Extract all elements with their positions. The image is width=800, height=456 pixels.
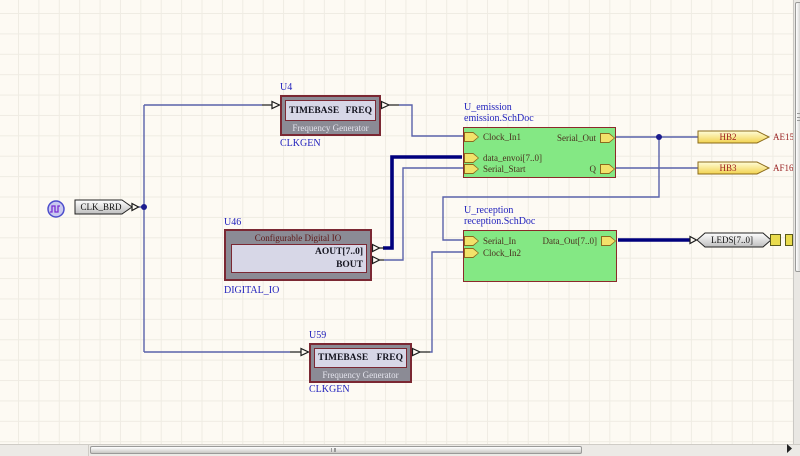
sheet-entry-clock-in2[interactable]	[464, 248, 479, 258]
scrollbar-grip-icon	[797, 113, 800, 121]
u59-designator[interactable]: U59	[309, 331, 326, 341]
u4-subtitle: Frequency Generator	[282, 123, 379, 133]
reception-designator[interactable]: U_reception	[464, 206, 513, 216]
partial-pad	[785, 234, 793, 246]
entry-label-serial-start: Serial_Start	[483, 164, 526, 174]
u46-pin-aout: AOUT[7..0]	[315, 247, 363, 257]
emission-sheet-symbol[interactable]: Clock_In1 data_envoi[7..0] Serial_Start …	[463, 127, 616, 178]
u59-subtitle: Frequency Generator	[311, 370, 410, 380]
port-clk-brd-label[interactable]: CLK_BRD	[76, 200, 126, 214]
u4-comment[interactable]: CLKGEN	[280, 139, 321, 149]
port-hb3-net-label[interactable]: AF16	[773, 162, 794, 174]
u59-pin-freq: FREQ	[377, 353, 403, 363]
port-leds-label[interactable]: LEDS[7..0]	[700, 233, 764, 247]
entry-label-clock-in1: Clock_In1	[483, 132, 521, 142]
u46-comment[interactable]: DIGITAL_IO	[224, 286, 279, 296]
u59-pin-timebase: TIMEBASE	[318, 353, 368, 363]
u59-block[interactable]: TIMEBASE FREQ Frequency Generator	[309, 343, 412, 383]
pin-arrow-icon	[413, 349, 421, 356]
entry-label-data-out: Data_Out[7..0]	[543, 236, 597, 246]
u4-designator[interactable]: U4	[280, 83, 292, 93]
port-hb2-net-label[interactable]: AE15	[773, 131, 794, 143]
u46-block[interactable]: Configurable Digital IO AOUT[7..0] BOUT	[224, 229, 372, 281]
u46-designator[interactable]: U46	[224, 218, 241, 228]
u46-pin-bout: BOUT	[336, 260, 363, 270]
wire-u4-to-clockin1[interactable]	[399, 105, 463, 136]
pin-arrow-icon	[690, 237, 697, 244]
sheet-entry-serial-in[interactable]	[464, 236, 479, 246]
pin-arrow-icon	[373, 257, 380, 264]
vertical-scrollbar[interactable]	[793, 0, 800, 444]
u59-comment[interactable]: CLKGEN	[309, 385, 350, 395]
u46-header: Configurable Digital IO	[226, 233, 370, 243]
entry-label-q: Q	[590, 164, 597, 174]
entry-label-serial-in: Serial_In	[483, 236, 516, 246]
wire-bout-serialstart[interactable]	[384, 168, 463, 260]
scrollbar-grip-icon	[331, 448, 336, 452]
sheet-entry-data-out[interactable]	[601, 236, 616, 246]
horizontal-scrollbar-thumb[interactable]	[90, 446, 582, 454]
entry-label-serial-out: Serial_Out	[557, 133, 596, 143]
entry-label-clock-in2: Clock_In2	[483, 248, 521, 258]
port-hb2-label[interactable]: HB2	[698, 130, 758, 144]
sheet-entry-clock-in1[interactable]	[464, 132, 479, 142]
entry-label-data-envoi: data_envoi[7..0]	[483, 153, 542, 163]
bus-aout-dataenvoi[interactable]	[383, 157, 462, 248]
sheet-entry-serial-start[interactable]	[464, 164, 479, 174]
sheet-entry-q[interactable]	[600, 164, 615, 174]
u4-block[interactable]: TIMEBASE FREQ Frequency Generator	[280, 95, 381, 136]
emission-filename[interactable]: emission.SchDoc	[464, 114, 534, 124]
pin-arrow-icon	[132, 204, 139, 211]
wire-u59-to-clockin2[interactable]	[430, 252, 463, 352]
pin-arrow-icon	[373, 245, 380, 252]
scrollbar-divider	[88, 444, 89, 456]
wiring-layer	[0, 0, 800, 456]
junction-dot	[656, 134, 662, 140]
emission-designator[interactable]: U_emission	[464, 103, 512, 113]
reception-sheet-symbol[interactable]: Serial_In Clock_In2 Data_Out[7..0]	[463, 230, 617, 282]
clock-waveform-icon[interactable]	[48, 201, 64, 217]
pin-arrow-icon	[301, 349, 309, 356]
u4-pin-timebase: TIMEBASE	[289, 106, 339, 116]
schematic-canvas[interactable]: U4 TIMEBASE FREQ Frequency Generator CLK…	[0, 0, 800, 456]
port-hb3-label[interactable]: HB3	[698, 161, 758, 175]
junction-dot	[141, 204, 147, 210]
pin-arrow-icon	[382, 102, 390, 109]
vertical-scrollbar-thumb[interactable]	[795, 2, 800, 272]
reception-filename[interactable]: reception.SchDoc	[464, 217, 535, 227]
pin-arrow-icon	[272, 102, 280, 109]
partial-pad	[770, 234, 781, 246]
u4-pin-freq: FREQ	[346, 106, 372, 116]
sheet-entry-data-envoi[interactable]	[464, 153, 479, 163]
sheet-entry-serial-out[interactable]	[600, 133, 615, 143]
